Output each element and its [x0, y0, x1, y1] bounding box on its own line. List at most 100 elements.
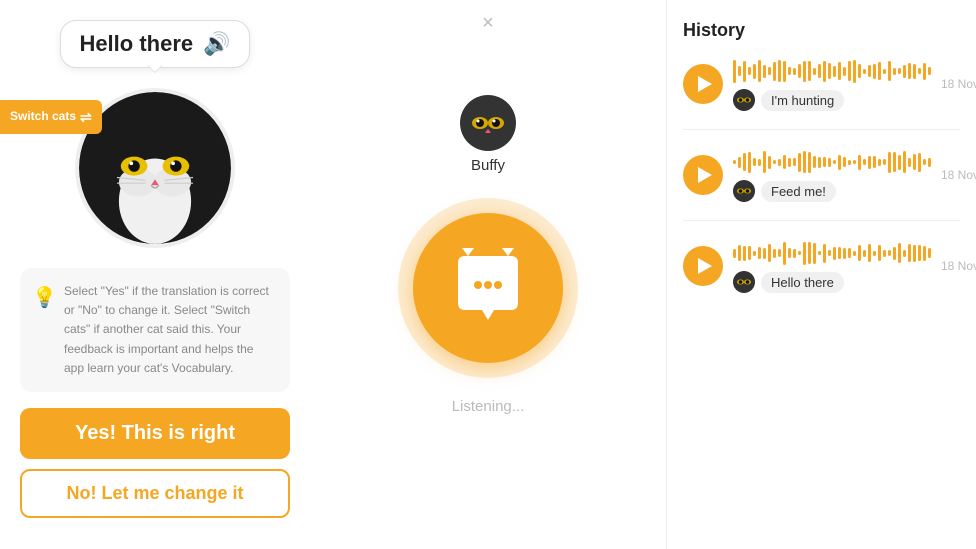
- waveform-bar: [743, 61, 746, 82]
- record-button[interactable]: [413, 213, 563, 363]
- waveform-bar: [838, 155, 841, 170]
- waveform-bar: [888, 61, 891, 81]
- waveform-bar: [833, 66, 836, 77]
- waveform-bar: [913, 245, 916, 262]
- history-item: Feed me!18 Nov: [683, 148, 960, 202]
- waveform-bar: [928, 248, 931, 258]
- buffy-avatar-svg: [460, 95, 516, 151]
- waveform-bar: [863, 69, 866, 74]
- waveform-bar: [858, 245, 861, 261]
- waveform-bar: [803, 151, 806, 173]
- waveform-bar: [918, 68, 921, 74]
- waveform-bar: [903, 65, 906, 78]
- waveform-bar: [863, 250, 866, 257]
- waveform-bar: [823, 157, 826, 167]
- waveform-bar: [738, 157, 741, 168]
- waveform-bar: [858, 64, 861, 78]
- waveform-bar: [743, 153, 746, 171]
- waveform-bar: [868, 65, 871, 77]
- waveform-bar: [833, 247, 836, 260]
- waveform-bar: [848, 160, 851, 165]
- waveform-bar: [828, 158, 831, 167]
- waveform-bar: [873, 251, 876, 256]
- play-button[interactable]: [683, 155, 723, 195]
- waveform-bar: [778, 60, 781, 82]
- waveform-bar: [768, 244, 771, 262]
- waveform-bar: [738, 66, 741, 76]
- tip-text: Select "Yes" if the translation is corre…: [64, 284, 269, 375]
- close-button[interactable]: ×: [482, 12, 494, 35]
- waveform-bar: [748, 246, 751, 260]
- waveform-bar: [893, 68, 896, 75]
- waveform-bar: [758, 159, 761, 166]
- waveform-bar: [773, 249, 776, 258]
- waveform-bar: [818, 157, 821, 168]
- waveform: [733, 57, 931, 85]
- waveform: [733, 239, 931, 267]
- waveform-bar: [928, 67, 931, 75]
- waveform-bar: [888, 250, 891, 256]
- no-button[interactable]: No! Let me change it: [20, 469, 290, 518]
- waveform-bar: [898, 243, 901, 263]
- waveform-bar: [793, 68, 796, 75]
- record-button-outer: [398, 198, 578, 378]
- waveform-bar: [883, 69, 886, 74]
- waveform-bar: [798, 153, 801, 172]
- waveform-bar: [858, 155, 861, 170]
- cat-chat-icon: [448, 248, 528, 328]
- waveform-bar: [878, 245, 881, 261]
- history-divider: [683, 220, 960, 221]
- listening-label: Listening...: [452, 398, 525, 415]
- waveform-bar: [823, 244, 826, 263]
- middle-panel: × Buffy: [310, 0, 666, 549]
- waveform-bar: [783, 155, 786, 169]
- play-icon: [698, 258, 712, 274]
- waveform-bar: [868, 244, 871, 262]
- waveform-bar: [903, 151, 906, 173]
- waveform-bar: [748, 152, 751, 173]
- waveform-bar: [808, 152, 811, 173]
- waveform-bar: [913, 64, 916, 79]
- waveform-bar: [928, 158, 931, 167]
- play-button[interactable]: [683, 64, 723, 104]
- history-label-row: Hello there: [733, 271, 931, 293]
- waveform-bar: [888, 152, 891, 173]
- waveform-bar: [773, 160, 776, 164]
- waveform-bar: [883, 159, 886, 165]
- waveform-bar: [918, 245, 921, 261]
- speaker-icon[interactable]: 🔊: [203, 31, 230, 57]
- switch-arrows-icon: ⇌: [80, 108, 92, 126]
- waveform-bar: [908, 244, 911, 262]
- waveform-bar: [823, 61, 826, 82]
- waveform-bar: [833, 160, 836, 164]
- waveform-bar: [853, 251, 856, 256]
- waveform-bar: [788, 67, 791, 75]
- waveform-bar: [803, 61, 806, 82]
- waveform-bar: [853, 160, 856, 164]
- waveform-bar: [768, 156, 771, 169]
- history-item: I'm hunting18 Nov: [683, 57, 960, 111]
- waveform-bar: [898, 68, 901, 74]
- waveform-bar: [738, 245, 741, 261]
- tip-box: 💡 Select "Yes" if the translation is cor…: [20, 268, 290, 392]
- waveform-bar: [758, 60, 761, 82]
- waveform-bar: [893, 152, 896, 172]
- close-icon: ×: [482, 12, 494, 34]
- yes-button[interactable]: Yes! This is right: [20, 408, 290, 459]
- waveform-bar: [848, 61, 851, 81]
- waveform-bar: [903, 250, 906, 257]
- play-button[interactable]: [683, 246, 723, 286]
- waveform-bar: [813, 156, 816, 168]
- cat-image-svg: [79, 88, 231, 248]
- waveform-bar: [778, 249, 781, 257]
- no-label: No! Let me change it: [66, 483, 243, 503]
- history-date: 18 Nov: [941, 168, 976, 182]
- waveform-bar: [788, 248, 791, 258]
- waveform-bar: [853, 60, 856, 83]
- waveform-bar: [763, 151, 766, 173]
- history-label-row: I'm hunting: [733, 89, 931, 111]
- switch-cats-button[interactable]: Switch cats ⇌: [0, 100, 102, 134]
- right-panel: History I'm hunting18 NovFeed me!18 NovH…: [666, 0, 976, 549]
- waveform-bar: [883, 250, 886, 257]
- history-title: History: [683, 20, 960, 41]
